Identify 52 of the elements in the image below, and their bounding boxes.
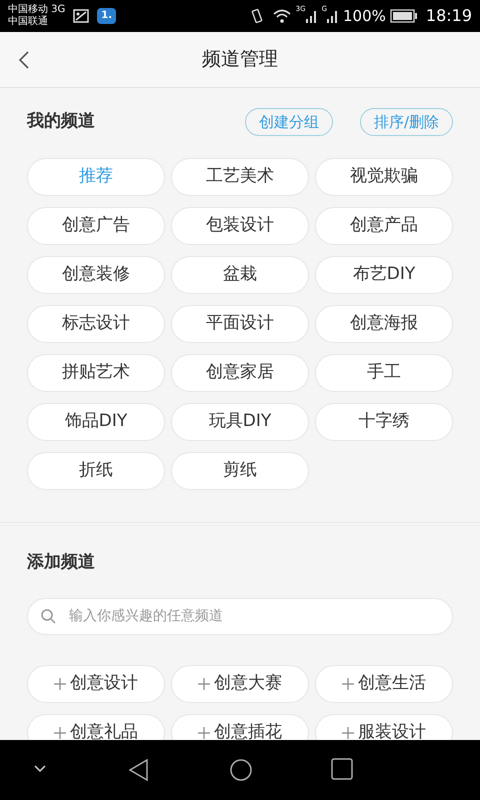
add-channel-tag[interactable]: 创意大赛 bbox=[171, 664, 309, 702]
plus-icon bbox=[342, 678, 354, 690]
channel-tag[interactable]: 折纸 bbox=[27, 452, 165, 490]
add-channel-tag[interactable]: 创意礼品 bbox=[27, 714, 165, 740]
notification-badge: 1. bbox=[97, 8, 116, 24]
channel-tag[interactable]: 工艺美术 bbox=[171, 158, 309, 196]
chevron-down-icon[interactable] bbox=[34, 765, 46, 773]
channel-tag[interactable]: 平面设计 bbox=[171, 305, 309, 343]
add-channel-tag[interactable]: 创意设计 bbox=[27, 664, 165, 702]
channel-tag[interactable]: 视觉欺骗 bbox=[315, 158, 453, 196]
channel-tag[interactable]: 创意海报 bbox=[315, 305, 453, 343]
plus-icon bbox=[54, 678, 66, 690]
add-channel-tag[interactable]: 创意插花 bbox=[171, 714, 309, 740]
search-icon bbox=[40, 608, 56, 624]
wifi-icon bbox=[272, 8, 292, 24]
channel-tag[interactable]: 盆栽 bbox=[171, 256, 309, 294]
channel-tag[interactable]: 玩具DIY bbox=[171, 403, 309, 441]
channel-tag[interactable]: 布艺DIY bbox=[315, 256, 453, 294]
add-channel-tag[interactable]: 服装设计 bbox=[315, 714, 453, 740]
add-channel-tag[interactable]: 创意生活 bbox=[315, 664, 453, 702]
home-nav-icon[interactable] bbox=[229, 758, 253, 782]
channel-tag[interactable]: 拼贴艺术 bbox=[27, 354, 165, 392]
channel-tag[interactable]: 创意广告 bbox=[27, 207, 165, 245]
channel-tag[interactable]: 手工 bbox=[315, 354, 453, 392]
channel-tag[interactable]: 十字绣 bbox=[315, 403, 453, 441]
search-field[interactable]: 输入你感兴趣的任意频道 bbox=[27, 598, 453, 634]
signal-icon bbox=[306, 9, 318, 23]
section-title: 我的频道 bbox=[27, 110, 96, 134]
battery-icon bbox=[390, 9, 418, 23]
back-nav-icon[interactable] bbox=[127, 758, 151, 782]
page-title: 频道管理 bbox=[202, 47, 278, 72]
channel-tag[interactable]: 创意装修 bbox=[27, 256, 165, 294]
signal-icon bbox=[327, 9, 339, 23]
plus-icon bbox=[54, 726, 66, 738]
plus-icon bbox=[198, 726, 210, 738]
channel-tag[interactable]: 包装设计 bbox=[171, 207, 309, 245]
back-icon bbox=[18, 51, 30, 69]
channel-tag[interactable]: 创意家居 bbox=[171, 354, 309, 392]
channel-tag[interactable]: 剪纸 bbox=[171, 452, 309, 490]
channel-tag[interactable]: 标志设计 bbox=[27, 305, 165, 343]
vibrate-icon bbox=[250, 8, 264, 24]
channel-tag[interactable]: 饰品DIY bbox=[27, 403, 165, 441]
recents-nav-icon[interactable] bbox=[331, 758, 353, 780]
plus-icon bbox=[342, 726, 354, 738]
plus-icon bbox=[198, 678, 210, 690]
channel-tag[interactable]: 创意产品 bbox=[315, 207, 453, 245]
carrier-name: 中国移动 3G bbox=[8, 4, 66, 16]
battery-percent: 100% bbox=[343, 6, 386, 27]
image-icon bbox=[73, 9, 90, 23]
clock: 18:19 bbox=[426, 5, 472, 27]
section-title: 添加频道 bbox=[27, 551, 96, 574]
carrier-name: 中国联通 bbox=[8, 16, 49, 28]
